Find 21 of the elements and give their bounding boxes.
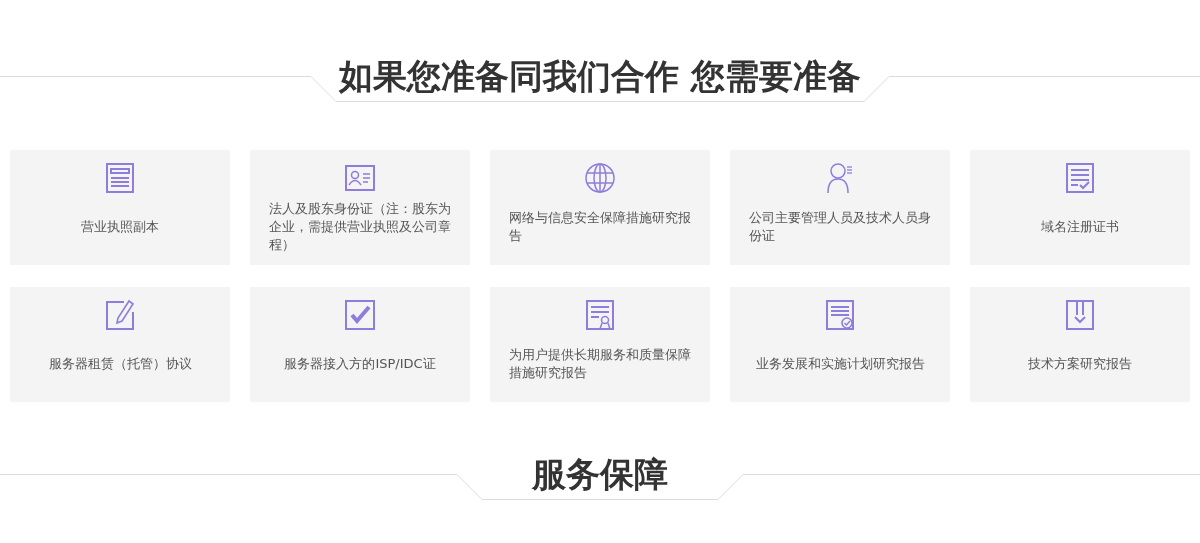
checked-document-icon bbox=[1064, 162, 1096, 194]
card-label: 为用户提供长期服务和质量保障措施研究报告 bbox=[508, 345, 692, 382]
pencil-edit-icon bbox=[104, 299, 136, 331]
section-title: 服务保障 bbox=[532, 453, 668, 495]
id-card-icon bbox=[344, 162, 376, 194]
card-label: 业务发展和实施计划研究报告 bbox=[755, 354, 925, 373]
card-label: 服务器租赁（托管）协议 bbox=[48, 354, 192, 373]
section-title: 如果您准备同我们合作 您需要准备 bbox=[339, 55, 861, 97]
card-label: 网络与信息安全保障措施研究报告 bbox=[508, 208, 692, 245]
approved-document-icon bbox=[824, 299, 856, 331]
globe-icon bbox=[584, 162, 616, 194]
card-label: 域名注册证书 bbox=[1041, 217, 1119, 236]
card-label: 公司主要管理人员及技术人员身份证 bbox=[748, 208, 932, 245]
card-label: 技术方案研究报告 bbox=[1028, 354, 1132, 373]
certificate-icon bbox=[584, 299, 616, 331]
card-label: 法人及股东身份证（注：股东为企业，需提供营业执照及公司章程） bbox=[268, 199, 452, 254]
bookmark-document-icon bbox=[1064, 299, 1096, 331]
document-lines-icon bbox=[104, 162, 136, 194]
card-label: 营业执照副本 bbox=[81, 217, 159, 236]
card-label: 服务器接入方的ISP/IDC证 bbox=[284, 354, 436, 373]
checkbox-icon bbox=[344, 299, 376, 331]
